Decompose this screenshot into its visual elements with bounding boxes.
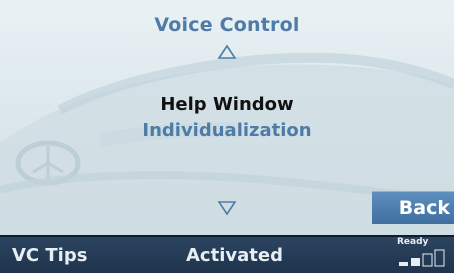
signal-strength-icon — [399, 249, 445, 267]
screen-title: Voice Control — [154, 14, 300, 36]
signal-bar — [399, 262, 408, 266]
menu-item-help-window[interactable]: Help Window — [0, 94, 454, 115]
menu-item-individualization[interactable]: Individualization — [0, 120, 454, 141]
vc-tips-button[interactable]: VC Tips — [12, 245, 87, 266]
scroll-up-icon[interactable] — [217, 44, 237, 60]
signal-bar — [422, 253, 433, 267]
signal-bar — [411, 258, 420, 266]
status-bar: VC Tips Activated Ready — [0, 235, 454, 273]
signal-bar — [434, 249, 445, 267]
scroll-down-icon[interactable] — [217, 200, 237, 216]
voice-control-screen: Voice Control Help Window Individualizat… — [0, 0, 454, 273]
voice-control-status: Activated — [186, 245, 283, 266]
ready-label: Ready — [397, 237, 429, 247]
back-button[interactable]: Back — [372, 191, 454, 224]
